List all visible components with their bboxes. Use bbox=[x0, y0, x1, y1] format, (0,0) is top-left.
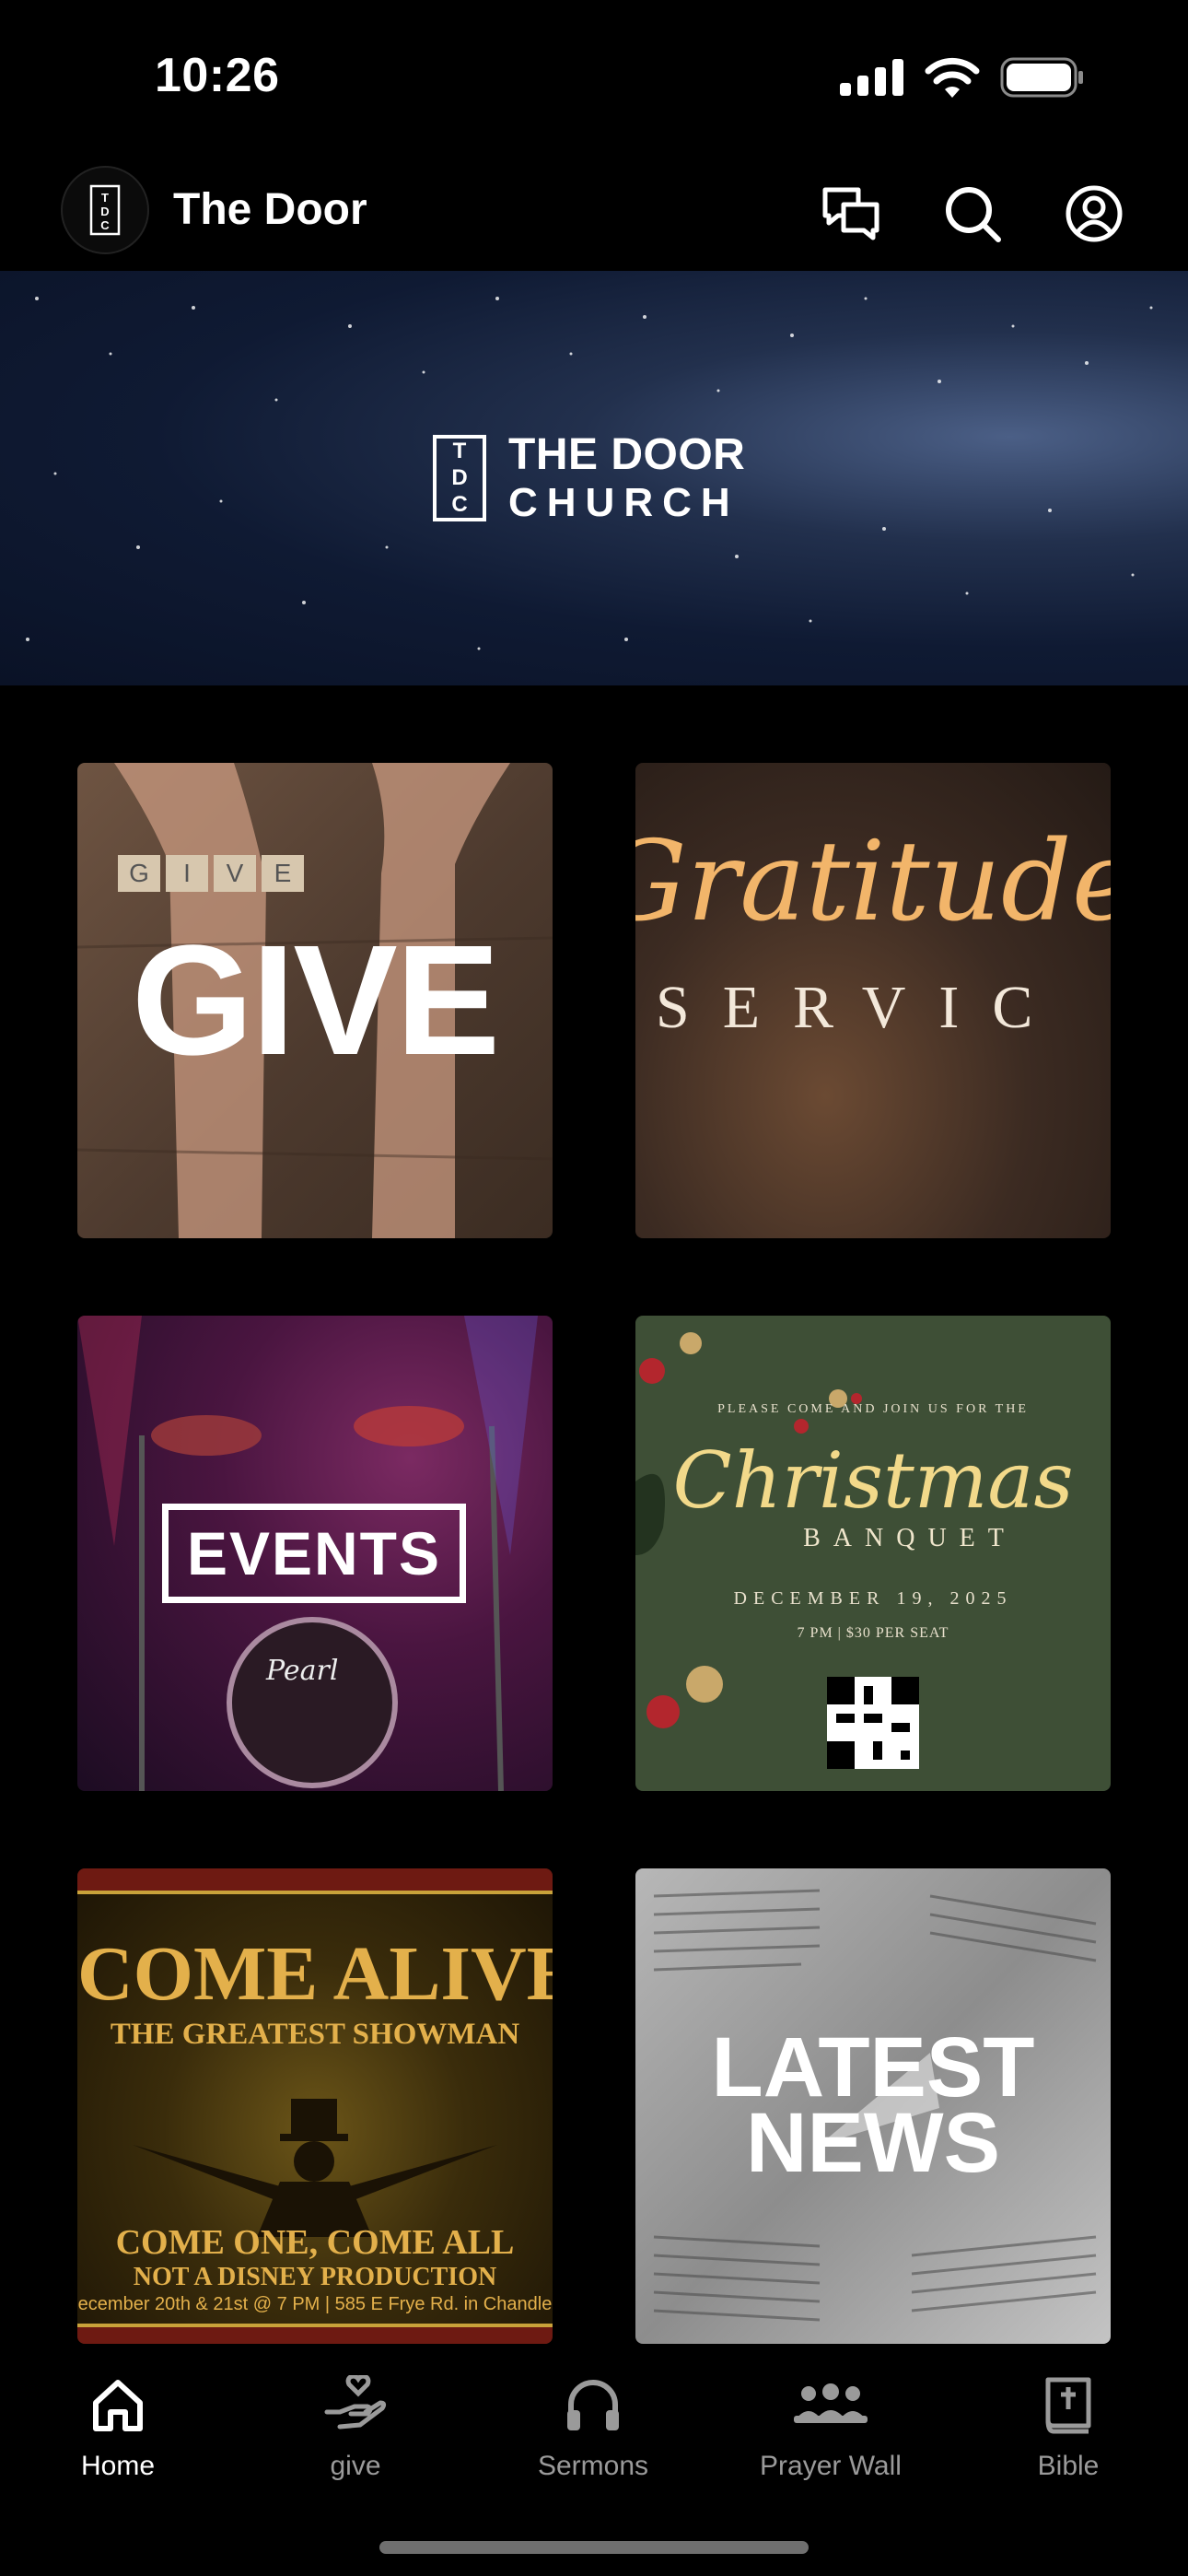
svg-text:C: C bbox=[100, 218, 110, 232]
wordmark-line2: CHURCH bbox=[508, 480, 740, 525]
tile-christmas-banquet[interactable]: PLEASE COME AND JOIN US FOR THE Christma… bbox=[635, 1316, 1111, 1791]
drum-brand: Pearl bbox=[266, 1655, 339, 1687]
search-icon bbox=[946, 187, 1001, 242]
mark-letter: T bbox=[452, 439, 467, 464]
tab-label: Home bbox=[80, 2451, 156, 2481]
bible-icon bbox=[1045, 2377, 1091, 2434]
letter-tile: G bbox=[118, 855, 160, 892]
people-group-icon bbox=[794, 2383, 868, 2423]
tab-bible[interactable]: Bible bbox=[976, 2368, 1160, 2482]
letter-tile: E bbox=[262, 855, 304, 892]
christmas-subtitle: BANQUET bbox=[803, 1524, 1017, 1552]
christmas-date: DECEMBER 19, 2025 bbox=[733, 1588, 1013, 1609]
come-alive-details: ecember 20th & 21st @ 7 PM | 585 E Frye … bbox=[77, 2294, 553, 2314]
status-icons bbox=[840, 57, 1085, 98]
tab-label: Sermons bbox=[537, 2451, 649, 2481]
christmas-details: 7 PM | $30 PER SEAT bbox=[797, 1625, 949, 1641]
svg-text:D: D bbox=[100, 205, 109, 218]
tab-label: Prayer Wall bbox=[760, 2451, 902, 2481]
gratitude-subtitle: SERVIC bbox=[656, 974, 1066, 1041]
tile-gratitude-service[interactable]: Gratitude SERVIC bbox=[635, 763, 1111, 1238]
wifi-icon bbox=[925, 57, 980, 98]
top-actions bbox=[812, 175, 1133, 252]
come-alive-subtitle: THE GREATEST SHOWMAN bbox=[110, 2018, 520, 2051]
hero-banner: T D C THE DOOR CHURCH bbox=[0, 271, 1188, 685]
mark-letter: D bbox=[451, 464, 468, 490]
christmas-invite: PLEASE COME AND JOIN US FOR THE bbox=[717, 1402, 1029, 1416]
tile-come-alive[interactable]: COME ALIVE THE GREATEST SHOWMAN COME ONE… bbox=[77, 1868, 553, 2344]
letter-tile: V bbox=[214, 855, 256, 892]
signal-icon bbox=[840, 59, 903, 96]
come-alive-note: NOT A DISNEY PRODUCTION bbox=[133, 2263, 497, 2291]
app-title: The Door bbox=[173, 185, 367, 234]
messages-button[interactable] bbox=[812, 175, 890, 252]
status-time: 10:26 bbox=[155, 49, 280, 102]
svg-text:T: T bbox=[101, 191, 109, 205]
letter-tiles: G I V E bbox=[118, 855, 304, 892]
church-logo[interactable]: T D C bbox=[61, 166, 149, 254]
come-alive-tagline: COME ONE, COME ALL bbox=[115, 2223, 515, 2262]
christmas-title: Christmas bbox=[672, 1435, 1074, 1526]
give-tile-title: GIVE bbox=[131, 913, 500, 1088]
tile-events[interactable]: EVENTS Pearl bbox=[77, 1316, 553, 1791]
tab-give[interactable]: give bbox=[263, 2368, 448, 2482]
letter-tile: I bbox=[166, 855, 208, 892]
qr-code-icon bbox=[827, 1677, 919, 1769]
mark-letter: C bbox=[451, 491, 468, 517]
come-alive-title: COME ALIVE bbox=[77, 1931, 553, 2017]
battery-icon bbox=[1000, 57, 1083, 98]
events-label-box: EVENTS bbox=[162, 1504, 466, 1603]
search-button[interactable] bbox=[934, 175, 1011, 252]
profile-button[interactable] bbox=[1055, 175, 1133, 252]
tdc-mark: T D C bbox=[433, 435, 486, 521]
tab-label: Bible bbox=[1037, 2451, 1100, 2481]
status-bar: 10:26 bbox=[0, 0, 1188, 157]
tab-label: give bbox=[330, 2451, 381, 2481]
hand-heart-icon bbox=[324, 2375, 387, 2430]
gratitude-script: Gratitude bbox=[635, 818, 1111, 946]
headphones-icon bbox=[567, 2380, 619, 2430]
church-wordmark: T D C THE DOOR CHURCH bbox=[433, 433, 745, 523]
tab-prayer-wall[interactable]: Prayer Wall bbox=[739, 2368, 923, 2482]
chat-bubbles-icon bbox=[822, 187, 879, 240]
events-label: EVENTS bbox=[186, 1519, 442, 1587]
home-icon bbox=[93, 2380, 143, 2431]
tab-home[interactable]: Home bbox=[26, 2368, 210, 2482]
news-title-line2: NEWS bbox=[746, 2096, 1000, 2190]
tab-sermons[interactable]: Sermons bbox=[501, 2368, 685, 2482]
tdc-mark-icon: T D C bbox=[89, 184, 121, 236]
tile-latest-news[interactable]: LATEST NEWS bbox=[635, 1868, 1111, 2344]
user-circle-icon bbox=[1066, 185, 1123, 242]
tile-give[interactable]: G I V E GIVE bbox=[77, 763, 553, 1238]
wordmark-line1: THE DOOR bbox=[508, 430, 746, 479]
top-bar: T D C The Door bbox=[0, 157, 1188, 271]
home-indicator[interactable] bbox=[379, 2541, 809, 2554]
